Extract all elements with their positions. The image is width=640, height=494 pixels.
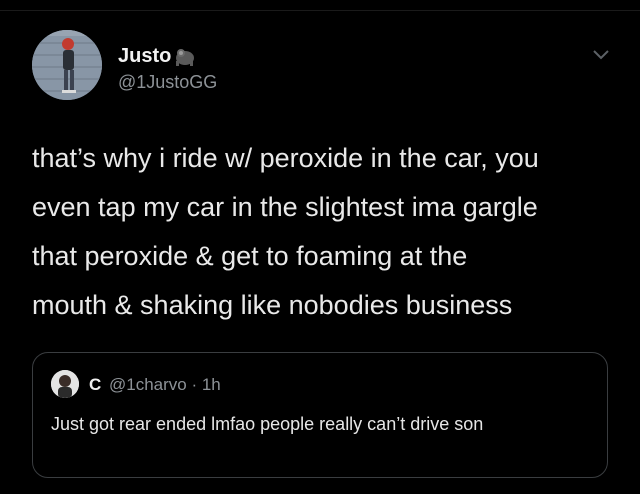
avatar[interactable] [32, 30, 102, 100]
quoted-tweet-text: Just got rear ended lmfao people really … [51, 414, 484, 434]
gorilla-emoji-icon [173, 47, 197, 67]
avatar-image [32, 30, 102, 100]
tweet-card: Justo @1JustoGG that’s why i ride w/ per… [0, 0, 640, 494]
quoted-avatar [51, 370, 79, 398]
quoted-handle-time: @1charvo · 1h [109, 375, 221, 394]
display-name-text: Justo [118, 45, 172, 67]
chevron-down-icon[interactable] [591, 48, 611, 62]
display-name[interactable]: Justo [118, 45, 197, 68]
quoted-tweet[interactable]: C @1charvo · 1h Just got rear ended lmfa… [32, 352, 608, 478]
divider [0, 10, 640, 11]
quoted-author-name: C [89, 375, 102, 394]
tweet-text: that’s why i ride w/ peroxide in the car… [32, 143, 539, 320]
author-handle[interactable]: @1JustoGG [118, 72, 217, 93]
